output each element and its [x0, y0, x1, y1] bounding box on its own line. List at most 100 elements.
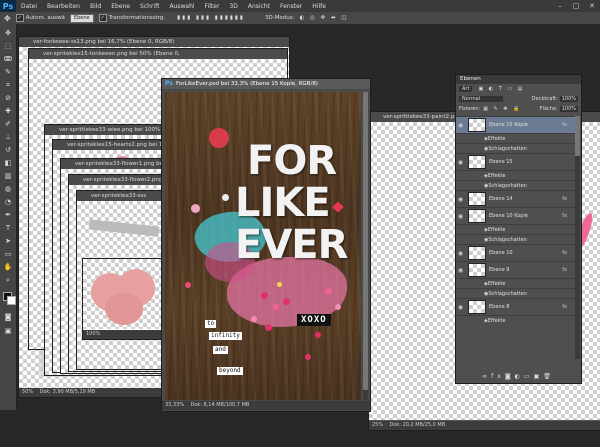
- move-tool-icon[interactable]: ✥: [3, 28, 13, 38]
- visibility-eye-icon[interactable]: ◉: [456, 196, 465, 203]
- healing-tool-icon[interactable]: ✚: [3, 106, 13, 116]
- layers-panel-tab[interactable]: Ebenen: [456, 75, 581, 84]
- visibility-eye-icon[interactable]: ◉: [456, 304, 465, 311]
- fill-input[interactable]: 100%: [559, 106, 578, 112]
- new-layer-icon[interactable]: ▣: [534, 373, 544, 380]
- layer-effect-row[interactable]: ◉ Schlagschatten: [456, 180, 575, 190]
- layer-fx-badge[interactable]: fx: [562, 304, 567, 310]
- menu-filter[interactable]: Filter: [200, 3, 225, 10]
- auto-select-target-select[interactable]: Ebene: [69, 13, 94, 23]
- document-canvas-flower[interactable]: [83, 259, 173, 329]
- layer-effect-row[interactable]: ◈ Effekte: [456, 315, 575, 325]
- mode-3d-icons[interactable]: ◐ ◎ ✥ ⬌ ◫: [300, 15, 349, 21]
- layer-fx-badge[interactable]: fx: [562, 196, 567, 202]
- stamp-tool-icon[interactable]: ⊥: [3, 132, 13, 142]
- link-icon[interactable]: ∞: [482, 373, 491, 380]
- transform-checkbox[interactable]: ✓: [98, 14, 107, 22]
- dodge-tool-icon[interactable]: ◔: [3, 197, 13, 207]
- layer-row[interactable]: ◉ Ebene 15: [456, 153, 575, 170]
- menu-schrift[interactable]: Schrift: [135, 3, 164, 10]
- visibility-eye-icon[interactable]: ◉: [456, 267, 465, 274]
- auto-select-option[interactable]: ✓ Autom. auswä: [15, 14, 65, 22]
- vertical-scrollbar[interactable]: [363, 92, 368, 400]
- menu-hilfe[interactable]: Hilfe: [307, 3, 331, 10]
- layer-row[interactable]: ◉ Ebene 9 fx: [456, 261, 575, 278]
- layer-effect-row[interactable]: ◉ Schlagschatten: [456, 234, 575, 244]
- visibility-eye-icon[interactable]: ◉: [456, 159, 465, 166]
- lock-icons[interactable]: ▦ ✎ ✥ 🔒: [483, 106, 521, 112]
- layer-row[interactable]: ◉ Ebene 8 fx: [456, 298, 575, 315]
- maximize-icon[interactable]: □: [568, 0, 584, 12]
- group-icon[interactable]: ▭: [524, 373, 534, 380]
- align-icons[interactable]: ▮▮▮ ▮▮▮ ▮▮▮▮▮▮: [177, 15, 245, 21]
- menu-datei[interactable]: Datei: [16, 3, 42, 10]
- layer-row[interactable]: ◉ Ebene 10 Kopie fx: [456, 207, 575, 224]
- layer-effect-row[interactable]: ◈ Effekte: [456, 170, 575, 180]
- marquee-tool-icon[interactable]: ⬚: [3, 41, 13, 51]
- fx-icon[interactable]: fx: [491, 373, 505, 380]
- status-bar-main: 33,33% Dok: 8,14 MB/100,7 MB: [162, 401, 370, 410]
- blend-mode-select[interactable]: Normal: [459, 96, 503, 102]
- lasso-tool-icon[interactable]: ↂ: [3, 54, 13, 64]
- brush-tool-icon[interactable]: ✐: [3, 119, 13, 129]
- auto-select-checkbox[interactable]: ✓: [15, 14, 24, 22]
- hand-tool-icon[interactable]: ✋: [3, 262, 13, 272]
- fill-label: Fläche:: [539, 106, 558, 112]
- menu-ebene[interactable]: Ebene: [106, 3, 135, 10]
- visibility-eye-icon[interactable]: ◉: [456, 213, 465, 220]
- move-tool-icon[interactable]: ✥: [4, 14, 11, 23]
- crop-tool-icon[interactable]: ⌗: [3, 80, 13, 90]
- type-tool-icon[interactable]: T: [3, 223, 13, 233]
- path-select-tool-icon[interactable]: ➤: [3, 236, 13, 246]
- background-color-swatch[interactable]: [7, 296, 16, 305]
- layer-effect-row[interactable]: ◈ Effekte: [456, 133, 575, 143]
- shape-tool-icon[interactable]: ▭: [3, 249, 13, 259]
- layer-row[interactable]: ◉ Ebene 14 fx: [456, 190, 575, 207]
- menu-fenster[interactable]: Fenster: [275, 3, 307, 10]
- document-tab-1[interactable]: ver-fonkeeee-ss13.png bei 16,7% (Ebene 0…: [19, 37, 289, 47]
- minimize-icon[interactable]: –: [552, 0, 568, 12]
- menu-ansicht[interactable]: Ansicht: [243, 3, 275, 10]
- eyedropper-tool-icon[interactable]: ⊘: [3, 93, 13, 103]
- enamel-dot: [315, 332, 321, 338]
- history-brush-tool-icon[interactable]: ↺: [3, 145, 13, 155]
- layer-row[interactable]: ◉ Ebene 10 fx: [456, 244, 575, 261]
- menu-auswahl[interactable]: Auswahl: [164, 3, 199, 10]
- layer-effect-row[interactable]: ◉ Schlagschatten: [456, 143, 575, 153]
- filter-icons[interactable]: ▣ ◐ T ▭ ▤: [478, 86, 524, 92]
- gradient-tool-icon[interactable]: ▥: [3, 171, 13, 181]
- screen-mode-icon[interactable]: ▣: [3, 326, 13, 336]
- layer-fx-badge[interactable]: fx: [562, 122, 567, 128]
- close-icon[interactable]: ✕: [584, 0, 600, 12]
- blur-tool-icon[interactable]: ◍: [3, 184, 13, 194]
- mask-icon[interactable]: ◙: [505, 373, 515, 380]
- layer-row[interactable]: ◉ Ebene 15 Kopie fx: [456, 116, 575, 133]
- transform-option[interactable]: ✓ Transformationsstrg.: [98, 14, 165, 22]
- document-canvas-main[interactable]: FOR LIKE EVER XOXO to infinity and beyon…: [165, 92, 361, 400]
- layer-fx-badge[interactable]: fx: [562, 213, 567, 219]
- pen-tool-icon[interactable]: ✒: [3, 210, 13, 220]
- filter-kind-select[interactable]: Art: [459, 86, 473, 92]
- eraser-tool-icon[interactable]: ◧: [3, 158, 13, 168]
- layer-effect-row[interactable]: ◈ Effekte: [456, 224, 575, 234]
- layer-fx-badge[interactable]: fx: [562, 250, 567, 256]
- zoom-tool-icon[interactable]: ⌕: [3, 275, 13, 285]
- document-tab-2[interactable]: ver-spriteklee15-tonkeeen.png bei 50% (E…: [29, 49, 287, 59]
- layer-thumbnail: [468, 300, 486, 314]
- menu-bild[interactable]: Bild: [85, 3, 106, 10]
- layer-effect-row[interactable]: ◉ Schlagschatten: [456, 288, 575, 298]
- menu-3d[interactable]: 3D: [224, 3, 242, 10]
- visibility-eye-icon[interactable]: ◉: [456, 122, 465, 129]
- document-tab-main[interactable]: ForLikeEver.psd bei 33,3% (Ebene 15 Kopi…: [162, 79, 370, 89]
- adjustment-icon[interactable]: ◐: [515, 373, 524, 380]
- layer-fx-badge[interactable]: fx: [562, 267, 567, 273]
- quick-select-tool-icon[interactable]: ✎: [3, 67, 13, 77]
- visibility-eye-icon[interactable]: ◉: [456, 250, 465, 257]
- layer-effect-row[interactable]: ◈ Effekte: [456, 278, 575, 288]
- menu-bearbeiten[interactable]: Bearbeiten: [42, 3, 85, 10]
- delete-layer-icon[interactable]: 🗑: [543, 373, 555, 380]
- layers-scrollbar[interactable]: [575, 116, 580, 359]
- quick-mask-icon[interactable]: ◙: [3, 312, 13, 322]
- document-window-main[interactable]: ForLikeEver.psd bei 33,3% (Ebene 15 Kopi…: [161, 78, 371, 412]
- opacity-input[interactable]: 100%: [559, 96, 578, 102]
